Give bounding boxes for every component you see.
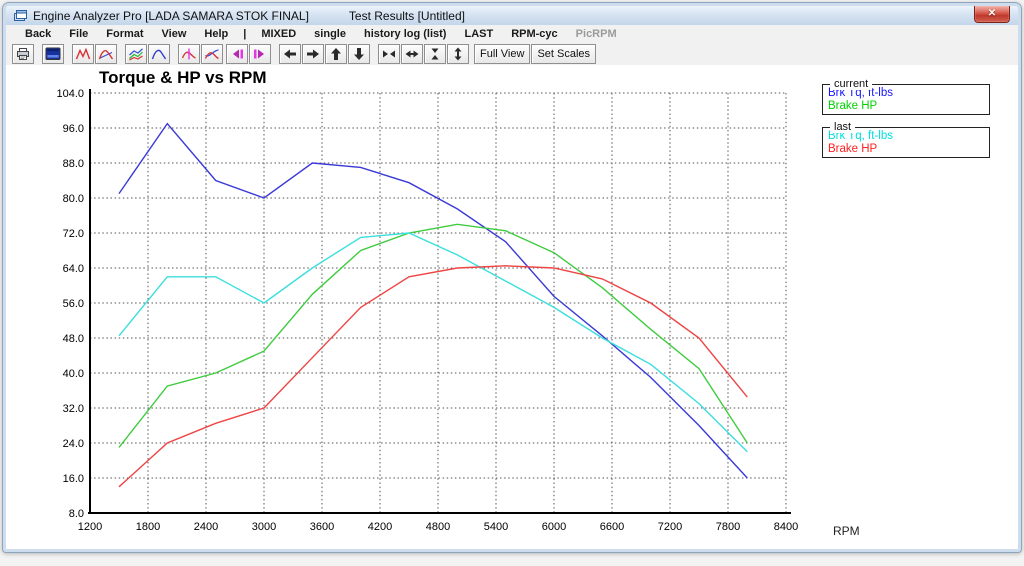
legend-last-title: last (830, 121, 855, 133)
cursor-right-button[interactable] (249, 44, 271, 64)
arrow-down-icon (351, 47, 367, 61)
graph-type-peaks-button[interactable] (72, 44, 94, 64)
full-view-button[interactable]: Full View (474, 44, 530, 64)
compress-vertical-button[interactable] (424, 44, 446, 64)
monitor-icon (45, 47, 61, 61)
legend-current: current Brk Tq, ft-lbs Brake HP (822, 84, 990, 115)
app-icon (14, 10, 27, 21)
tool-bar: Full View Set Scales (6, 42, 1018, 66)
legend-entry: Brake HP (828, 143, 989, 156)
menu-item-history-log[interactable]: history log (list) (355, 28, 456, 40)
arrow-left-icon (282, 47, 298, 61)
legend-entry: Brake HP (828, 100, 989, 113)
cursor-right-icon (252, 47, 268, 61)
cursor-chart-icon (181, 47, 197, 61)
compress-horizontal-button[interactable] (378, 44, 400, 64)
menu-item-file[interactable]: File (60, 28, 97, 40)
menu-item-view[interactable]: View (153, 28, 196, 40)
pan-right-button[interactable] (302, 44, 324, 64)
document-title: Test Results [Untitled] (349, 9, 465, 23)
menu-item-rpm-cyc[interactable]: RPM-cyc (502, 28, 566, 40)
menu-item-picrpm: PicRPM (567, 28, 626, 40)
menu-separator: | (237, 28, 252, 40)
printer-icon (15, 47, 31, 61)
blue-curve-chart-icon (151, 47, 167, 61)
graph-multi-line-button[interactable] (125, 44, 147, 64)
arrow-right-icon (305, 47, 321, 61)
compress-horizontal-icon (381, 47, 397, 61)
graph-single-curve-button[interactable] (148, 44, 170, 64)
set-scales-button[interactable]: Set Scales (531, 44, 596, 64)
cursor-graph-button[interactable] (178, 44, 200, 64)
graph-type-curve-button[interactable] (95, 44, 117, 64)
menu-item-help[interactable]: Help (195, 28, 237, 40)
pan-down-button[interactable] (348, 44, 370, 64)
red-curve-chart-icon (98, 47, 114, 61)
legend-last: last Brk Tq, ft-lbs Brake HP (822, 127, 990, 158)
expand-horizontal-icon (404, 47, 420, 61)
title-bar: Engine Analyzer Pro [LADA SAMARA STOK FI… (6, 6, 1018, 25)
menu-item-single[interactable]: single (305, 28, 355, 40)
menu-item-format[interactable]: Format (97, 28, 152, 40)
cursor-left-icon (229, 47, 245, 61)
menu-bar: Back File Format View Help | MIXED singl… (6, 25, 1018, 42)
overlay-chart-icon (204, 47, 220, 61)
print-button[interactable] (12, 44, 34, 64)
menu-item-back[interactable]: Back (16, 28, 60, 40)
expand-horizontal-button[interactable] (401, 44, 423, 64)
expand-vertical-button[interactable] (447, 44, 469, 64)
arrow-up-icon (328, 47, 344, 61)
window-title: Engine Analyzer Pro [LADA SAMARA STOK FI… (33, 9, 309, 23)
menu-item-last[interactable]: LAST (455, 28, 502, 40)
overlay-graph-button[interactable] (201, 44, 223, 64)
menu-item-mixed[interactable]: MIXED (252, 28, 305, 40)
cursor-left-button[interactable] (226, 44, 248, 64)
screen-report-button[interactable] (42, 44, 64, 64)
pan-up-button[interactable] (325, 44, 347, 64)
compress-vertical-icon (427, 47, 443, 61)
expand-vertical-icon (450, 47, 466, 61)
pan-left-button[interactable] (279, 44, 301, 64)
legend-current-title: current (830, 78, 872, 90)
close-button[interactable]: ✕ (974, 6, 1010, 23)
multi-line-chart-icon (128, 47, 144, 61)
peaks-chart-icon (75, 47, 91, 61)
